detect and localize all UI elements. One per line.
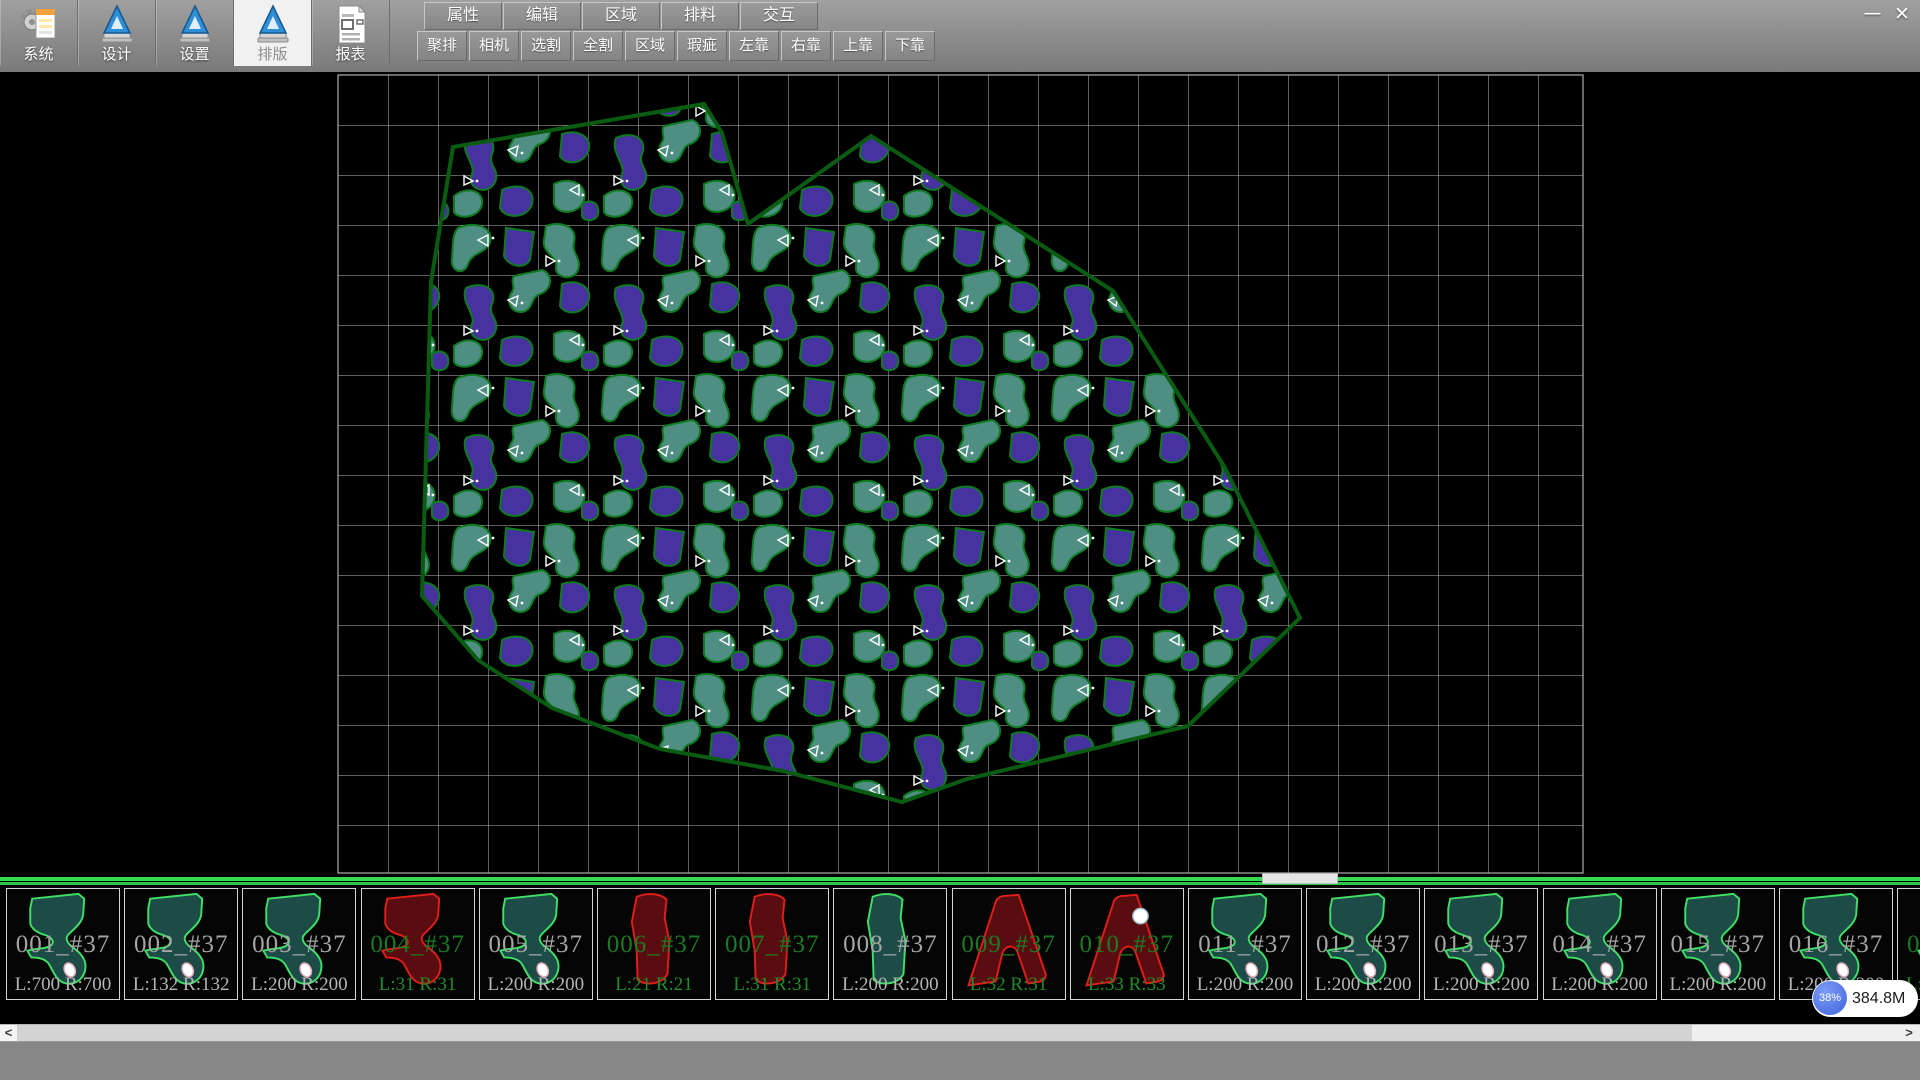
part-label: 001_#37 <box>7 931 119 959</box>
tool-button-右靠[interactable]: 右靠 <box>781 31 831 61</box>
tool-button-下靠[interactable]: 下靠 <box>885 31 935 61</box>
part-cell[interactable]: 011_#37 L:200 R:200 <box>1188 888 1302 1000</box>
part-lr-count: L:200 R:200 <box>1307 974 1419 996</box>
tool-bar: 聚排相机选割全割区域瑕疵左靠右靠上靠下靠 <box>417 31 935 59</box>
scroll-right-arrow-icon[interactable]: > <box>1901 1025 1917 1041</box>
app-button-系统[interactable]: 系统 <box>0 0 78 66</box>
tool-button-瑕疵[interactable]: 瑕疵 <box>677 31 727 61</box>
part-label: 016_#37 <box>1780 931 1892 959</box>
part-cell[interactable]: 004_#37 L:31 R:31 <box>361 888 475 1000</box>
set-square-icon <box>253 3 293 45</box>
app-button-label: 设置 <box>156 43 233 64</box>
menu-button-属性[interactable]: 属性 <box>424 2 502 30</box>
nesting-drawing <box>0 72 1920 877</box>
part-label: 010_#37 <box>1071 931 1183 959</box>
part-cell[interactable]: 005_#37 L:200 R:200 <box>479 888 593 1000</box>
scroll-left-arrow-icon[interactable]: < <box>0 1025 17 1041</box>
tool-button-上靠[interactable]: 上靠 <box>833 31 883 61</box>
tool-button-相机[interactable]: 相机 <box>469 31 519 61</box>
set-square-icon <box>175 3 215 45</box>
tool-button-区域[interactable]: 区域 <box>625 31 675 61</box>
nesting-canvas[interactable] <box>0 72 1920 877</box>
app-button-label: 排版 <box>234 43 311 64</box>
strip-scrollbar[interactable]: < > <box>0 1024 1920 1041</box>
memory-badge[interactable]: 38% 384.8M <box>1812 980 1918 1017</box>
part-label: 006_#37 <box>598 931 710 959</box>
part-cell[interactable]: 008_#37 L:200 R:200 <box>833 888 947 1000</box>
part-cell[interactable]: 009_#37 L:32 R:31 <box>952 888 1066 1000</box>
part-cell[interactable]: 015_#37 L:200 R:200 <box>1661 888 1775 1000</box>
app-button-排版[interactable]: 排版 <box>234 0 312 66</box>
part-label: 011_#37 <box>1189 931 1301 959</box>
part-lr-count: L:31 R:31 <box>716 974 828 996</box>
part-lr-count: L:200 R:200 <box>480 974 592 996</box>
part-cell[interactable]: 001_#37 L:700 R:700 <box>6 888 120 1000</box>
part-cell[interactable]: 012_#37 L:200 R:200 <box>1306 888 1420 1000</box>
tool-button-选割[interactable]: 选割 <box>521 31 571 61</box>
part-lr-count: L:200 R:200 <box>1662 974 1774 996</box>
tool-button-左靠[interactable]: 左靠 <box>729 31 779 61</box>
strip-separator-line-2 <box>0 882 1920 885</box>
scrollbar-thumb[interactable] <box>17 1025 1692 1041</box>
parts-strip: 001_#37L:700 R:700002_#37L:132 R:132003_… <box>0 886 1920 1004</box>
part-lr-count: L:200 R:200 <box>1425 974 1537 996</box>
memory-percent-indicator: 38% <box>1813 981 1847 1015</box>
part-label: 013_#37 <box>1425 931 1537 959</box>
menu-button-交互[interactable]: 交互 <box>740 2 818 30</box>
part-cell[interactable]: 002_#37 L:132 R:132 <box>124 888 238 1000</box>
part-lr-count: L:200 R:200 <box>1544 974 1656 996</box>
app-button-label: 设计 <box>78 43 155 64</box>
part-lr-count: L:33 R:33 <box>1071 974 1183 996</box>
part-label: 004_#37 <box>362 931 474 959</box>
close-button[interactable]: ✕ <box>1888 4 1916 26</box>
tool-button-聚排[interactable]: 聚排 <box>417 31 467 61</box>
part-label: 009_#37 <box>953 931 1065 959</box>
menu-bar: 属性编辑区域排料交互 <box>424 2 818 29</box>
part-lr-count: L:21 R:21 <box>598 974 710 996</box>
menu-button-区域[interactable]: 区域 <box>582 2 660 30</box>
part-lr-count: L:700 R:700 <box>7 974 119 996</box>
part-lr-count: L:200 R:200 <box>243 974 355 996</box>
tool-button-全割[interactable]: 全割 <box>573 31 623 61</box>
memory-amount-label: 384.8M <box>1852 980 1905 1017</box>
part-label: 005_#37 <box>480 931 592 959</box>
part-label: 007_#37 <box>716 931 828 959</box>
app-button-报表[interactable]: 报表 <box>312 0 390 66</box>
report-icon <box>331 3 371 45</box>
part-cell[interactable]: 010_#37 L:33 R:33 <box>1070 888 1184 1000</box>
part-cell[interactable]: 013_#37 L:200 R:200 <box>1424 888 1538 1000</box>
part-label: 014_#37 <box>1544 931 1656 959</box>
part-label: 003_#37 <box>243 931 355 959</box>
minimize-button[interactable]: — <box>1860 4 1885 26</box>
canvas-hscrollbar-thumb[interactable] <box>1262 873 1338 884</box>
strip-separator-line <box>0 877 1920 881</box>
menu-button-排料[interactable]: 排料 <box>661 2 739 30</box>
part-cell[interactable]: 014_#37 L:200 R:200 <box>1543 888 1657 1000</box>
part-label: 008_#37 <box>834 931 946 959</box>
main-toolbar: 系统设计设置排版报表 属性编辑区域排料交互 聚排相机选割全割区域瑕疵左靠右靠上靠… <box>0 0 1920 72</box>
part-label: 012_#37 <box>1307 931 1419 959</box>
bottom-bar <box>0 1041 1920 1080</box>
menu-button-编辑[interactable]: 编辑 <box>503 2 581 30</box>
app-button-label: 报表 <box>312 43 389 64</box>
app-button-设计[interactable]: 设计 <box>78 0 156 66</box>
part-label: 017_#37 <box>1898 931 1920 959</box>
app-toolbar: 系统设计设置排版报表 <box>0 0 390 66</box>
part-label: 002_#37 <box>125 931 237 959</box>
gear-doc-icon <box>19 3 59 45</box>
part-cell[interactable]: 003_#37 L:200 R:200 <box>242 888 356 1000</box>
part-lr-count: L:200 R:200 <box>1189 974 1301 996</box>
app-button-设置[interactable]: 设置 <box>156 0 234 66</box>
part-lr-count: L:132 R:132 <box>125 974 237 996</box>
part-label: 015_#37 <box>1662 931 1774 959</box>
set-square-icon <box>97 3 137 45</box>
part-lr-count: L:32 R:31 <box>953 974 1065 996</box>
app-button-label: 系统 <box>0 43 77 64</box>
part-lr-count: L:31 R:31 <box>362 974 474 996</box>
part-cell[interactable]: 006_#37 L:21 R:21 <box>597 888 711 1000</box>
part-lr-count: L:200 R:200 <box>834 974 946 996</box>
part-cell[interactable]: 007_#37 L:31 R:31 <box>715 888 829 1000</box>
